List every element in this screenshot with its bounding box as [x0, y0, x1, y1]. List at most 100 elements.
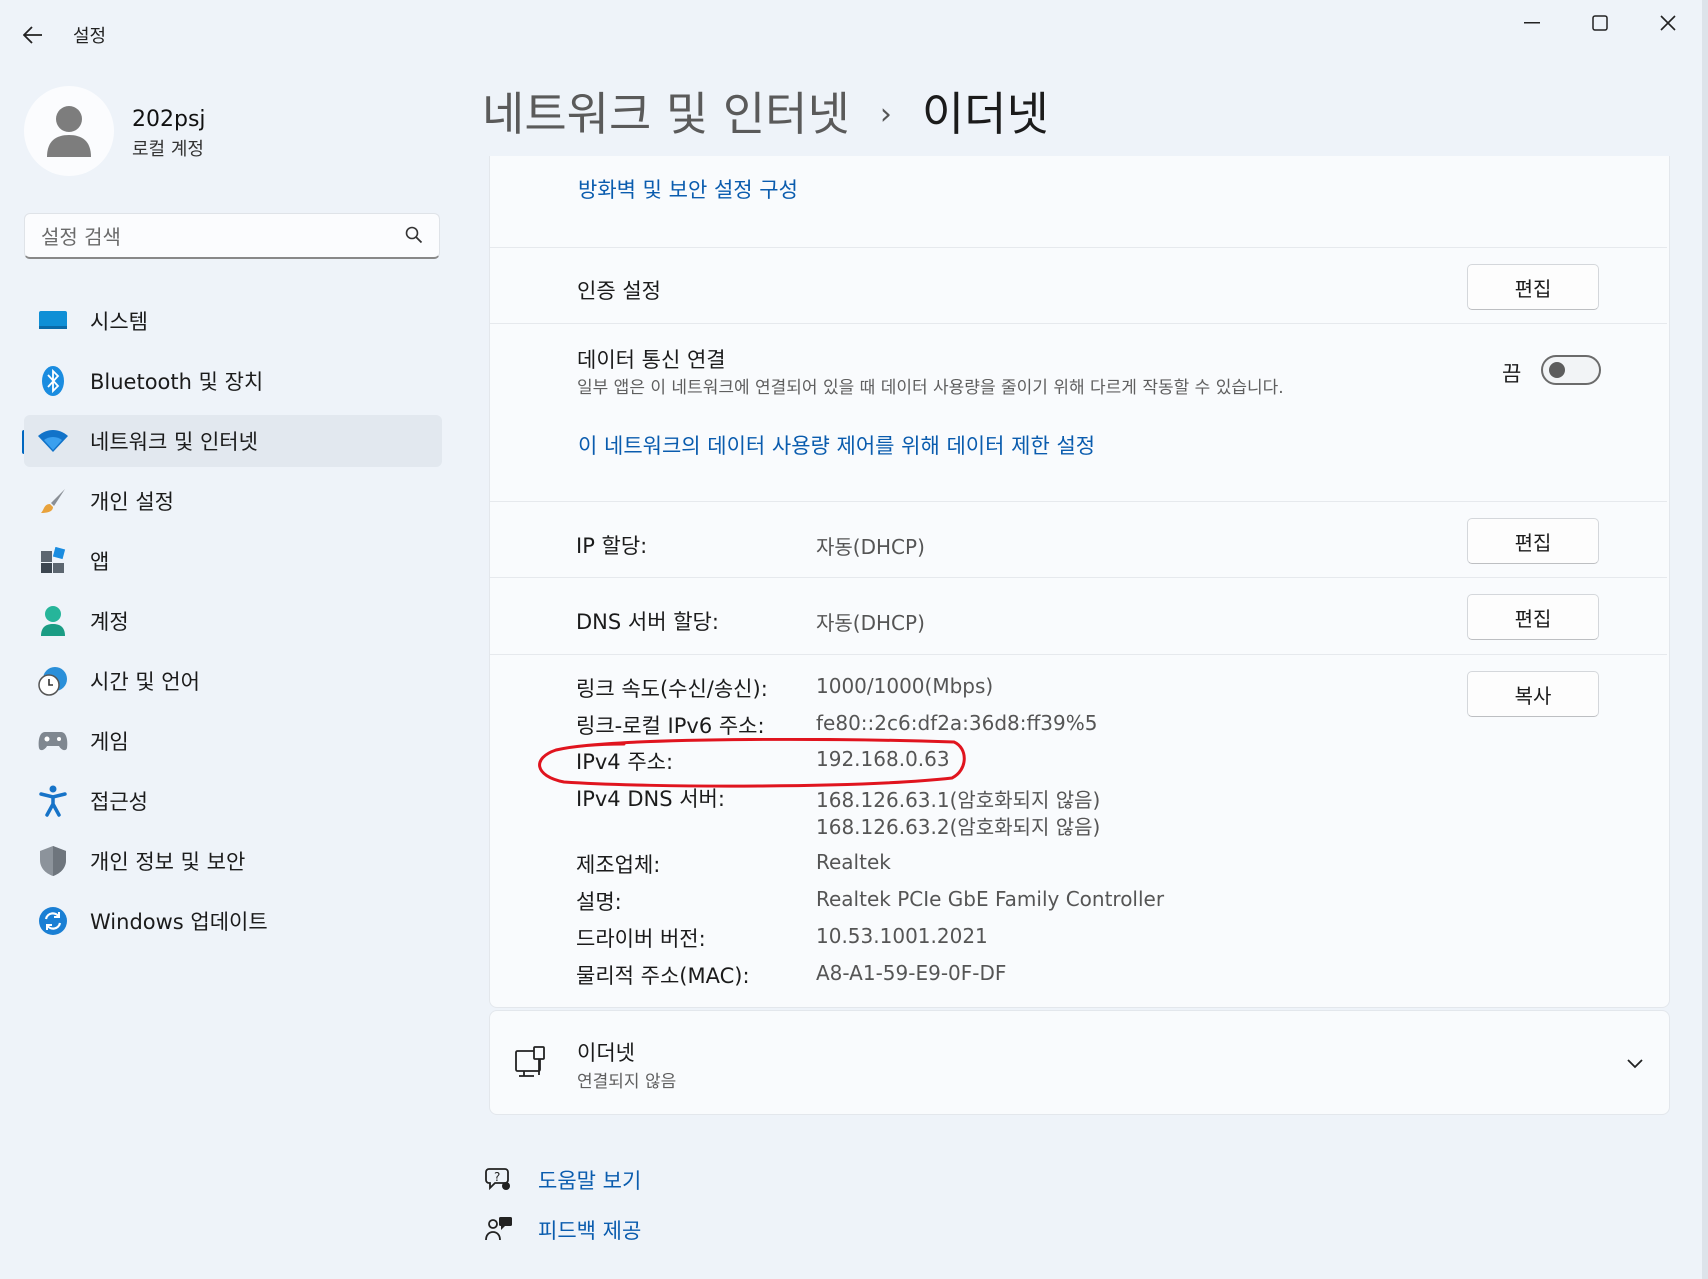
property-value: 1000/1000(Mbps)	[816, 674, 994, 698]
minimize-button[interactable]	[1502, 8, 1562, 38]
breadcrumb-separator: ›	[879, 97, 892, 132]
metered-connection-title: 데이터 통신 연결	[577, 348, 726, 372]
dns-assignment-value: 자동(DHCP)	[816, 611, 925, 635]
nav-item-label: 시스템	[90, 310, 148, 334]
ethernet-adapter-status: 연결되지 않음	[577, 1072, 677, 1092]
divider	[490, 247, 1667, 248]
ethernet-port-icon	[514, 1045, 548, 1085]
auth-settings-label: 인증 설정	[577, 279, 661, 303]
search-box[interactable]	[24, 213, 440, 259]
nav-item-windows-update[interactable]: Windows 업데이트	[24, 895, 442, 947]
property-label: 링크 속도(수신/송신):	[576, 677, 768, 701]
dns-edit-button[interactable]: 편집	[1467, 594, 1599, 640]
brush-icon	[36, 484, 70, 518]
nav-item-label: 게임	[90, 730, 129, 754]
nav-item-label: 접근성	[90, 790, 148, 814]
toggle-knob	[1549, 362, 1565, 378]
property-value: Realtek	[816, 850, 891, 874]
property-label: 물리적 주소(MAC):	[576, 964, 750, 988]
bluetooth-icon	[36, 364, 70, 398]
window-edge	[1702, 0, 1708, 1279]
annotation-circle	[538, 738, 966, 788]
nav-item-label: 개인 정보 및 보안	[90, 850, 246, 874]
divider	[490, 654, 1667, 655]
help-link[interactable]: 도움말 보기	[538, 1165, 641, 1195]
property-value: fe80::2c6:df2a:36d8:ff39%5	[816, 711, 1098, 735]
account-type: 로컬 계정	[132, 139, 204, 160]
nav-item-bluetooth[interactable]: Bluetooth 및 장치	[24, 355, 442, 407]
firewall-security-link[interactable]: 방화벽 및 보안 설정 구성	[578, 174, 798, 204]
ethernet-adapter-title: 이더넷	[577, 1041, 635, 1065]
page-title: 이더넷	[921, 87, 1049, 141]
property-label: 드라이버 버전:	[576, 927, 706, 951]
property-value: 10.53.1001.2021	[816, 924, 988, 948]
feedback-link[interactable]: 피드백 제공	[538, 1215, 641, 1245]
ip-assignment-value: 자동(DHCP)	[816, 535, 925, 559]
nav-item-time-language[interactable]: 시간 및 언어	[24, 655, 442, 707]
ip-assignment-label: IP 할당:	[576, 534, 648, 558]
shield-icon	[36, 844, 70, 878]
nav-item-label: 앱	[90, 550, 110, 574]
toggle-state-label: 끔	[1502, 362, 1522, 386]
data-limit-link[interactable]: 이 네트워크의 데이터 사용량 제어를 위해 데이터 제한 설정	[578, 430, 1095, 460]
help-icon: ?	[485, 1165, 513, 1197]
nav-item-label: 시간 및 언어	[90, 670, 200, 694]
update-icon	[36, 904, 70, 938]
nav-item-accessibility[interactable]: 접근성	[24, 775, 442, 827]
nav-item-personalization[interactable]: 개인 설정	[24, 475, 442, 527]
divider	[490, 323, 1667, 324]
nav-item-network[interactable]: 네트워크 및 인터넷	[24, 415, 442, 467]
property-label: 설명:	[576, 890, 622, 914]
search-input[interactable]	[39, 222, 403, 252]
nav-item-gaming[interactable]: 게임	[24, 715, 442, 767]
back-arrow-icon	[23, 26, 42, 44]
accessibility-icon	[36, 784, 70, 818]
svg-text:?: ?	[494, 1170, 500, 1184]
divider	[490, 501, 1667, 502]
metered-connection-description: 일부 앱은 이 네트워크에 연결되어 있을 때 데이터 사용량을 줄이기 위해 …	[577, 378, 1284, 398]
copy-button[interactable]: 복사	[1467, 671, 1599, 717]
property-label: 링크-로컬 IPv6 주소:	[576, 714, 765, 738]
minimize-icon	[1524, 22, 1540, 24]
user-avatar-icon	[47, 106, 91, 157]
dns-assignment-label: DNS 서버 할당:	[576, 610, 719, 634]
breadcrumb: 네트워크 및 인터넷 › 이더넷	[482, 78, 1049, 144]
ip-edit-button[interactable]: 편집	[1467, 518, 1599, 564]
account-icon	[36, 604, 70, 638]
nav-item-system[interactable]: 시스템	[24, 295, 442, 347]
auth-edit-button[interactable]: 편집	[1467, 264, 1599, 310]
avatar[interactable]	[24, 86, 114, 176]
property-value: 168.126.63.1(암호화되지 않음)	[816, 788, 1101, 812]
back-button[interactable]	[18, 20, 48, 50]
feedback-icon	[485, 1215, 513, 1247]
nav-item-label: 계정	[90, 610, 129, 634]
maximize-icon	[1592, 15, 1608, 31]
maximize-button[interactable]	[1570, 8, 1630, 38]
network-wifi-icon	[36, 424, 70, 458]
property-value-secondary: 168.126.63.2(암호화되지 않음)	[816, 815, 1101, 839]
divider	[490, 577, 1667, 578]
gamepad-icon	[36, 724, 70, 758]
property-label: 제조업체:	[576, 853, 661, 877]
system-icon	[36, 304, 70, 338]
nav-item-privacy[interactable]: 개인 정보 및 보안	[24, 835, 442, 887]
close-button[interactable]	[1638, 8, 1698, 38]
search-icon[interactable]	[405, 226, 423, 244]
nav-item-label: Windows 업데이트	[90, 910, 268, 934]
breadcrumb-parent[interactable]: 네트워크 및 인터넷	[482, 87, 850, 141]
time-language-icon	[36, 664, 70, 698]
nav-item-label: 개인 설정	[90, 490, 174, 514]
nav-item-label: Bluetooth 및 장치	[90, 370, 264, 394]
property-value: A8-A1-59-E9-0F-DF	[816, 961, 1007, 985]
metered-connection-toggle[interactable]	[1541, 355, 1601, 385]
nav-item-label: 네트워크 및 인터넷	[90, 430, 258, 454]
username: 202psj	[132, 107, 206, 132]
property-value: Realtek PCIe GbE Family Controller	[816, 887, 1165, 911]
nav-item-apps[interactable]: 앱	[24, 535, 442, 587]
app-title: 설정	[73, 26, 107, 47]
chevron-down-icon[interactable]	[1626, 1055, 1644, 1074]
apps-icon	[36, 544, 70, 578]
nav-item-accounts[interactable]: 계정	[24, 595, 442, 647]
ethernet-adapter-card[interactable]: 이더넷 연결되지 않음	[489, 1010, 1670, 1115]
close-icon	[1660, 15, 1676, 31]
